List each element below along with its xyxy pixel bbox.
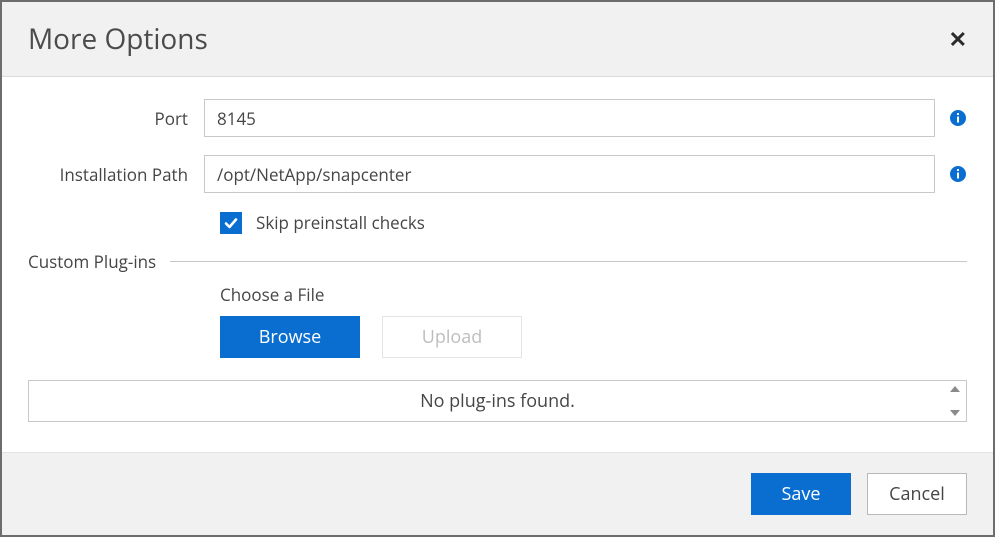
info-icon[interactable] (949, 109, 967, 127)
skip-checks-row: Skip preinstall checks (220, 211, 967, 234)
choose-file-label: Choose a File (220, 283, 967, 306)
install-path-input[interactable] (204, 155, 935, 193)
plugins-listbox[interactable]: No plug-ins found. (28, 380, 967, 422)
dialog-title: More Options (28, 20, 208, 58)
save-button[interactable]: Save (751, 473, 851, 515)
list-spinner (946, 383, 964, 419)
section-divider (170, 261, 967, 262)
dialog-header: More Options ✕ (2, 2, 993, 77)
dialog-body: Port Installation Path (2, 77, 993, 452)
skip-checks-label: Skip preinstall checks (256, 211, 425, 234)
plugins-empty-message: No plug-ins found. (420, 389, 575, 413)
install-path-row: Installation Path (28, 155, 967, 193)
file-buttons-row: Browse Upload (220, 316, 967, 358)
custom-plugins-section: Custom Plug-ins (28, 250, 967, 273)
info-icon[interactable] (949, 165, 967, 183)
port-label: Port (28, 107, 204, 130)
more-options-dialog: More Options ✕ Port Installation Path (0, 0, 995, 537)
install-path-input-wrap (204, 155, 967, 193)
skip-checks-checkbox[interactable] (220, 212, 242, 234)
upload-button: Upload (382, 316, 522, 358)
port-input-wrap (204, 99, 967, 137)
close-icon[interactable]: ✕ (949, 28, 967, 50)
port-row: Port (28, 99, 967, 137)
chevron-down-icon[interactable] (950, 410, 960, 416)
install-path-label: Installation Path (28, 163, 204, 186)
dialog-footer: Save Cancel (2, 452, 993, 535)
cancel-button[interactable]: Cancel (867, 473, 967, 515)
custom-plugins-label: Custom Plug-ins (28, 250, 170, 273)
browse-button[interactable]: Browse (220, 316, 360, 358)
chevron-up-icon[interactable] (950, 386, 960, 392)
plugins-subarea: Choose a File Browse Upload (220, 283, 967, 358)
port-input[interactable] (204, 99, 935, 137)
